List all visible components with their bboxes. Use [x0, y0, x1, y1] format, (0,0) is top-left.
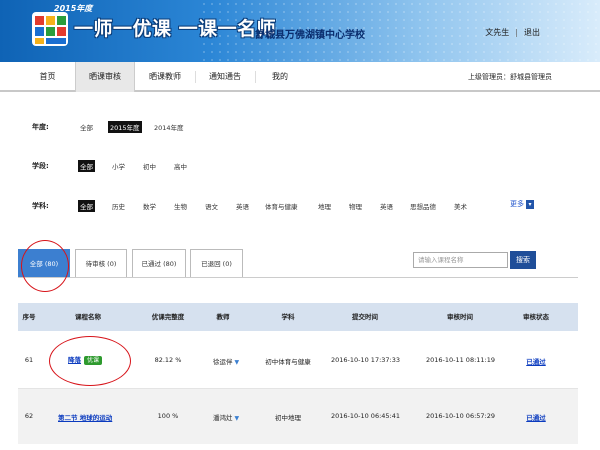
filter-subject-art[interactable]: 美术 [452, 200, 469, 212]
filter-section-all[interactable]: 全部 [78, 160, 95, 172]
subject-value: 初中地理 [275, 414, 301, 422]
row-no: 62 [24, 412, 34, 420]
col-no: 序号 [22, 313, 36, 321]
filter-section-middle[interactable]: 初中 [141, 160, 158, 172]
course-search-input[interactable]: 请输入课程名称 [413, 252, 508, 268]
col-review-time: 审核时间 [447, 313, 473, 321]
col-completeness: 优课完整度 [151, 313, 185, 321]
col-subject: 学科 [281, 313, 295, 321]
subject-value: 初中体育与健康 [265, 358, 311, 366]
row-no: 61 [24, 356, 34, 364]
filter-subject-geography[interactable]: 地理 [316, 200, 333, 212]
filter-subject-morality[interactable]: 思想品德 [408, 200, 438, 212]
logout-link[interactable]: 退出 [524, 28, 540, 37]
teacher-name: 徐运伴 [212, 358, 233, 366]
user-name[interactable]: 文先生 [485, 28, 509, 37]
filter-section-high[interactable]: 高中 [172, 160, 189, 172]
divider: | [515, 28, 518, 37]
site-logo-icon [32, 12, 68, 46]
completeness-value: 82.12 % [154, 356, 182, 364]
status-link[interactable]: 已通过 [511, 412, 561, 422]
year-badge: 2015年度 [54, 4, 93, 13]
teacher-cell: 徐运伴 ▼ [201, 356, 251, 366]
annotation-circle [21, 240, 69, 292]
filter-subject-history[interactable]: 历史 [110, 200, 127, 212]
filter-year-all[interactable]: 全部 [78, 121, 95, 133]
nav-item-home[interactable]: 首页 [20, 62, 75, 92]
table-row: 62 第二节 地球的运动 100 % 潘鸿灶 ▼ 初中地理 2016-10-10 … [18, 389, 578, 444]
main-nav: 首页 晒课审核 晒课教师 通知通告 我的 上级管理员：舒城县管理员 [0, 62, 600, 92]
filter-subject-biology[interactable]: 生物 [172, 200, 189, 212]
col-submit-time: 提交时间 [352, 313, 378, 321]
filter-year-2015[interactable]: 2015年度 [108, 121, 142, 133]
status-link[interactable]: 已通过 [511, 356, 561, 366]
site-header: 2015年度 一师一优课 一课一名师 舒城县万佛湖镇中心学校 文先生 | 退出 [0, 0, 600, 62]
chevron-down-icon: ▾ [526, 199, 534, 209]
tab-approved[interactable]: 已通过 (80) [132, 249, 186, 277]
teacher-cell: 潘鸿灶 ▼ [201, 412, 251, 422]
filter-icon[interactable]: ▼ [234, 359, 239, 366]
filter-year-label: 年度: [32, 123, 49, 131]
col-status: 审核状态 [523, 313, 549, 321]
review-time: 2016-10-10 06:57:29 [425, 412, 496, 420]
filter-subject-all[interactable]: 全部 [78, 200, 95, 212]
submit-time: 2016-10-10 17:37:33 [330, 356, 401, 364]
filter-year-2014[interactable]: 2014年度 [152, 121, 186, 133]
col-teacher: 教师 [216, 313, 230, 321]
col-course: 课程名称 [75, 313, 101, 321]
submit-time: 2016-10-10 06:45:41 [330, 412, 401, 420]
filter-section-primary[interactable]: 小学 [110, 160, 127, 172]
nav-item-teachers[interactable]: 晒课教师 [135, 62, 195, 92]
search-button[interactable]: 搜索 [510, 251, 536, 269]
admin-label: 上级管理员：舒城县管理员 [468, 73, 552, 81]
filter-subject-pe[interactable]: 体育与健康 [263, 200, 300, 212]
user-area: 文先生 | 退出 [485, 27, 540, 38]
filter-subject-english[interactable]: 英语 [234, 200, 251, 212]
annotation-circle [49, 336, 131, 386]
nav-item-notices[interactable]: 通知通告 [195, 62, 255, 92]
filter-subject-label: 学科: [32, 202, 49, 210]
tab-returned[interactable]: 已退回 (0) [190, 249, 243, 277]
filter-subject-chinese[interactable]: 语文 [203, 200, 220, 212]
filter-subject-math[interactable]: 数学 [141, 200, 158, 212]
course-cell: 第二节 地球的运动 [58, 412, 112, 422]
filter-subject-physics[interactable]: 物理 [347, 200, 364, 212]
filter-subject-english-2[interactable]: 英语 [378, 200, 395, 212]
nav-item-review[interactable]: 晒课审核 [75, 62, 135, 92]
tab-underline [18, 277, 578, 278]
filter-section-label: 学段: [32, 162, 49, 170]
table-header: 序号 课程名称 优课完整度 教师 学科 提交时间 审核时间 审核状态 [18, 303, 578, 331]
completeness-value: 100 % [157, 412, 179, 420]
site-slogan: 一师一优课 一课一名师 [74, 18, 277, 40]
nav-item-mine[interactable]: 我的 [255, 62, 305, 92]
school-name: 舒城县万佛湖镇中心学校 [255, 30, 365, 41]
review-time: 2016-10-11 08:11:19 [425, 356, 496, 364]
filter-icon[interactable]: ▼ [234, 415, 239, 422]
teacher-name: 潘鸿灶 [212, 414, 233, 422]
more-subjects-button[interactable]: 更多 ▾ [510, 199, 534, 209]
tab-pending[interactable]: 待审核 (0) [75, 249, 127, 277]
course-link[interactable]: 第二节 地球的运动 [58, 414, 112, 422]
